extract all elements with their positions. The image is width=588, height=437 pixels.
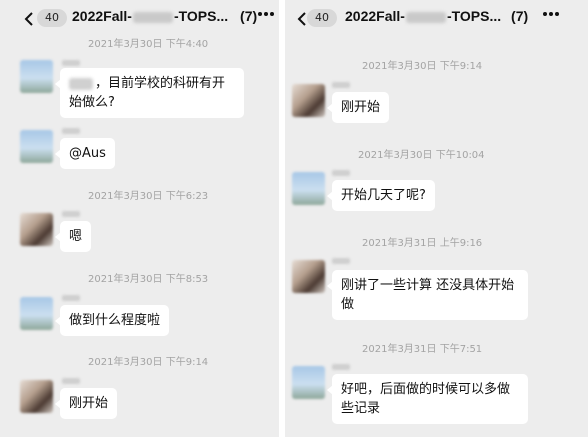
redaction-blur (69, 77, 93, 90)
timestamp: 2021年3月31日 上午9:16 (362, 238, 483, 249)
nickname-blur (62, 60, 80, 66)
chat-title: 2022Fall- -TOPS... (7) (72, 8, 257, 24)
message-bubble[interactable]: 好吧，后面做的时候可以多做些记录 (327, 374, 528, 424)
title-prefix: 2022Fall- (345, 8, 405, 24)
message-bubble[interactable]: 刚开始 (54, 388, 118, 419)
title-suffix: -TOPS... (173, 8, 229, 24)
avatar[interactable] (292, 172, 325, 205)
redaction-blur (405, 11, 446, 23)
message-bubble[interactable]: 刚开始 (326, 92, 390, 123)
avatar[interactable] (292, 84, 325, 117)
nickname-blur (332, 82, 350, 88)
avatar[interactable] (20, 213, 53, 246)
nickname-blur (332, 364, 350, 370)
nickname-blur (62, 128, 80, 134)
message-text: 嗯 (69, 229, 83, 244)
timestamp: 2021年3月30日 下午8:53 (88, 274, 209, 285)
message-bubble[interactable]: 刚讲了一些计算 还没具体开始做 (327, 270, 528, 320)
message-text: 开始几天了呢? (341, 188, 426, 203)
chevron-left-icon[interactable] (22, 11, 36, 27)
left-chat-panel: 40 2022Fall- -TOPS... (7) 2021年3月30日 下午4:… (0, 0, 279, 437)
title-prefix: 2022Fall- (72, 8, 132, 24)
avatar[interactable] (20, 60, 53, 93)
nickname-blur (62, 211, 80, 217)
avatar[interactable] (20, 380, 53, 413)
timestamp: 2021年3月30日 下午4:40 (88, 39, 209, 50)
avatar[interactable] (20, 297, 53, 330)
message-bubble[interactable]: 做到什么程度啦 (54, 305, 170, 336)
nickname-blur (332, 170, 350, 176)
message-text: 刚讲了一些计算 还没具体开始做 (341, 278, 515, 312)
avatar[interactable] (292, 366, 325, 399)
chat-header: 40 2022Fall- -TOPS... (7) (0, 0, 279, 38)
message-text: @Aus (69, 146, 106, 161)
title-suffix: -TOPS... (446, 8, 502, 24)
timestamp: 2021年3月30日 下午9:14 (88, 357, 209, 368)
message-bubble[interactable]: 开始几天了呢? (327, 180, 435, 211)
timestamp: 2021年3月30日 下午9:14 (362, 61, 483, 72)
timestamp: 2021年3月31日 下午7:51 (362, 344, 483, 355)
message-bubble[interactable]: @Aus (55, 138, 115, 169)
nickname-blur (62, 378, 80, 384)
message-bubble[interactable]: ，目前学校的科研有开始做么? (55, 68, 244, 118)
nickname-blur (62, 295, 80, 301)
redaction-blur (132, 11, 173, 23)
member-count: (7) (240, 8, 258, 24)
more-dots-icon[interactable] (543, 12, 559, 18)
avatar[interactable] (292, 260, 325, 293)
back-unread-count[interactable]: 40 (37, 9, 67, 27)
message-text: 做到什么程度啦 (69, 313, 161, 328)
more-dots-icon[interactable] (258, 12, 274, 18)
message-text: 刚开始 (69, 396, 109, 411)
avatar[interactable] (20, 130, 53, 163)
message-bubble[interactable]: 嗯 (54, 221, 92, 252)
timestamp: 2021年3月30日 下午6:23 (88, 191, 209, 202)
right-chat-panel: 40 2022Fall- -TOPS... (7) 2021年3月30日 下午9:… (285, 0, 588, 437)
chat-title: 2022Fall- -TOPS... (7) (345, 8, 528, 24)
chat-header: 40 2022Fall- -TOPS... (7) (285, 0, 588, 38)
message-text: 好吧，后面做的时候可以多做些记录 (341, 382, 511, 416)
message-text: 刚开始 (341, 100, 381, 115)
back-unread-count[interactable]: 40 (307, 9, 337, 27)
member-count: (7) (511, 8, 529, 24)
timestamp: 2021年3月30日 下午10:04 (358, 150, 485, 161)
nickname-blur (332, 258, 350, 264)
